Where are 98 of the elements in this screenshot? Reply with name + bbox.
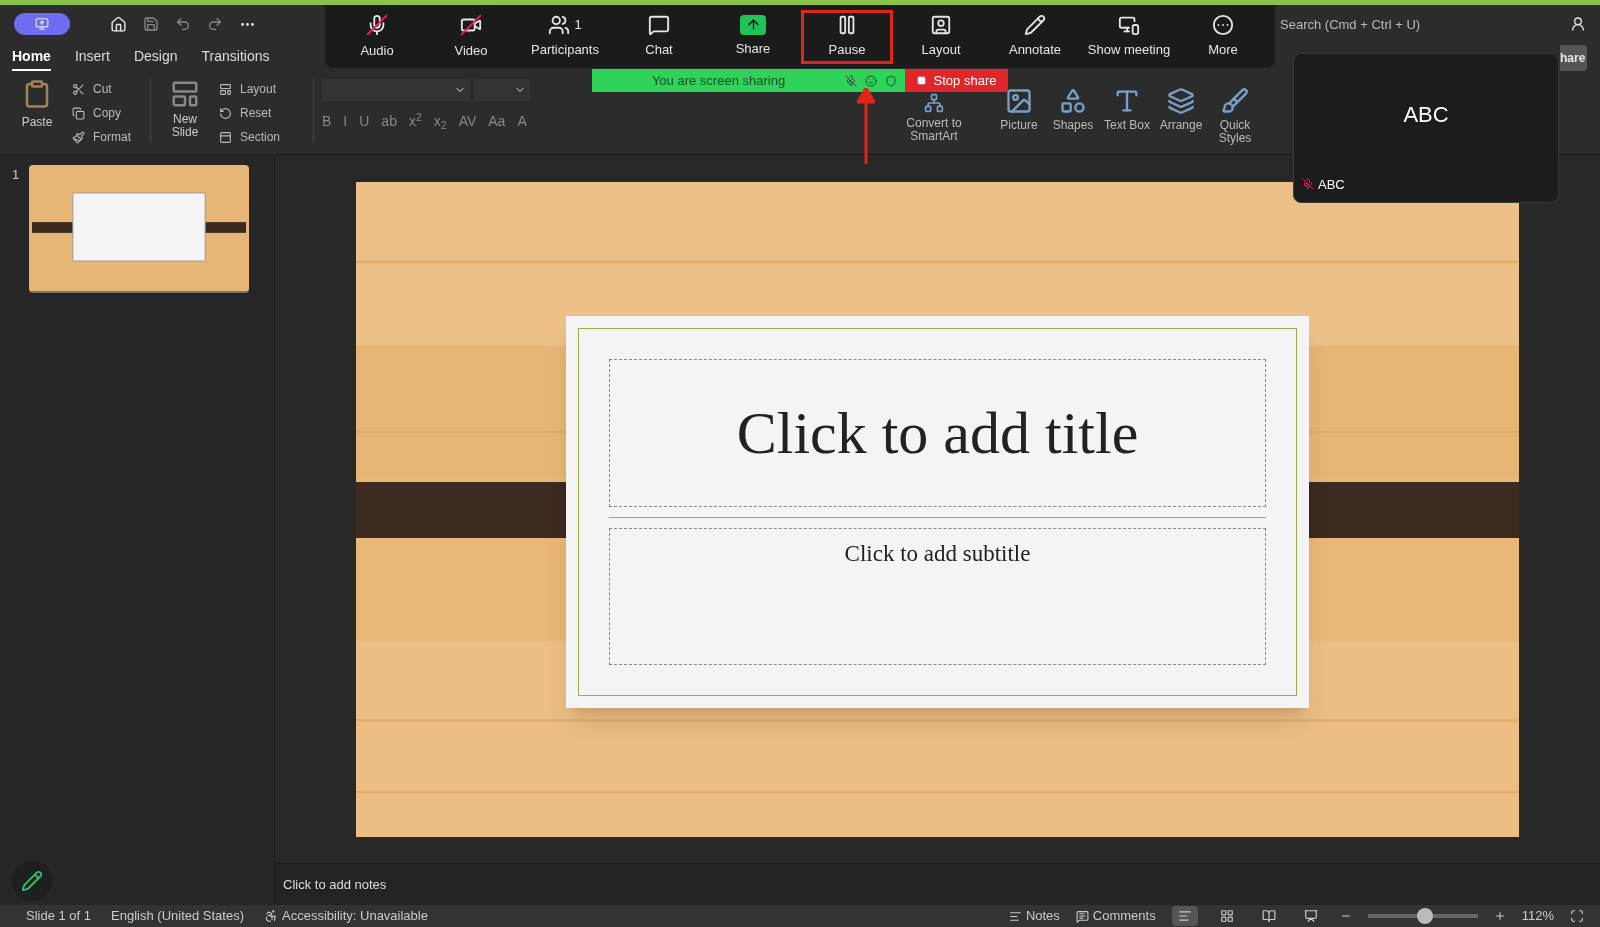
participant-count: 1	[574, 16, 582, 34]
shapes-icon	[1059, 87, 1087, 115]
paste-button[interactable]: Paste	[14, 79, 60, 131]
image-icon	[1005, 87, 1033, 115]
meeting-button[interactable]: Pause	[801, 9, 893, 64]
text-style-button[interactable]: x$^{2}$	[408, 111, 422, 132]
ribbon-tab[interactable]: Transitions	[201, 45, 270, 71]
grid-icon	[1219, 909, 1234, 923]
layout-icon	[170, 79, 200, 109]
undo-icon[interactable]	[175, 16, 191, 32]
meeting-button[interactable]: Chat	[613, 9, 705, 64]
meeting-button[interactable]: Audio	[331, 9, 423, 64]
meeting-button[interactable]: Show meeting	[1083, 9, 1175, 64]
smile-icon[interactable]	[865, 74, 877, 87]
pencil-icon	[1024, 13, 1046, 36]
shield-icon[interactable]	[885, 74, 897, 87]
text-style-button[interactable]: A	[517, 111, 527, 132]
text-style-button[interactable]: x$_{2}$	[433, 111, 447, 132]
scissors-icon	[72, 82, 85, 96]
stop-icon	[916, 76, 926, 85]
comments-button[interactable]: Comments	[1075, 906, 1156, 926]
slide-thumbnail[interactable]	[29, 165, 250, 293]
participant-name: ABC	[1403, 100, 1449, 129]
text-style-button[interactable]: ab	[381, 111, 397, 132]
edit-button[interactable]	[12, 861, 52, 901]
redo-icon[interactable]	[207, 16, 223, 32]
meeting-button[interactable]: More	[1177, 9, 1269, 64]
slide-option-button[interactable]: Reset	[219, 103, 305, 123]
meeting-button[interactable]: Share	[707, 9, 799, 64]
stop-share-button[interactable]: Stop share	[905, 69, 1008, 92]
section-icon	[219, 130, 232, 144]
ribbon-button[interactable]: Shapes	[1046, 87, 1100, 132]
ribbon-button[interactable]: Arrange	[1154, 87, 1208, 132]
search-field[interactable]: Search (Cmd + Ctrl + U)	[1280, 12, 1550, 36]
book-icon	[1261, 909, 1276, 923]
clipboard-button[interactable]: Format	[72, 127, 142, 147]
notes-button[interactable]: Notes	[1008, 906, 1060, 926]
ribbon-button[interactable]: Text Box	[1100, 87, 1154, 132]
mic-off-icon[interactable]	[845, 74, 857, 87]
layout-icon	[219, 82, 232, 96]
sharing-status: You are screen sharing	[650, 71, 787, 90]
clipboard-button[interactable]: Copy	[72, 103, 142, 123]
zoom-thumb[interactable]	[1416, 908, 1433, 924]
ribbon-tab[interactable]: Design	[133, 45, 178, 71]
view-button[interactable]	[1171, 906, 1198, 926]
fit-icon[interactable]	[1570, 909, 1584, 923]
paintbrush-icon	[72, 130, 85, 144]
participant-label: ABC	[1318, 175, 1345, 194]
text-style-button[interactable]: AV	[458, 111, 477, 132]
slide-option-button[interactable]: Layout	[219, 79, 305, 99]
account-icon[interactable]	[1570, 16, 1586, 32]
screen-icon	[35, 17, 49, 31]
notes-field[interactable]: Click to add notes	[275, 863, 1600, 905]
normal-view-icon	[1177, 909, 1192, 923]
meeting-button[interactable]: Layout	[895, 9, 987, 64]
diagram-icon	[924, 93, 944, 113]
slide-count: Slide 1 of 1	[26, 907, 92, 926]
chat-icon	[648, 13, 670, 36]
presentation-icon	[1303, 909, 1318, 923]
layers-icon	[1167, 87, 1195, 115]
copy-icon	[72, 106, 85, 120]
lines-icon	[1008, 909, 1022, 923]
home-icon[interactable]	[110, 15, 127, 33]
ribbon-tab[interactable]: Home	[12, 45, 51, 71]
person-frame-icon	[930, 13, 952, 36]
text-style-button[interactable]: I	[343, 111, 348, 132]
font-field[interactable]	[322, 79, 470, 101]
new-slide-button[interactable]: New Slide	[159, 79, 211, 139]
brush-icon	[1221, 87, 1249, 115]
app-icon[interactable]	[14, 13, 70, 35]
share-icon	[740, 14, 766, 35]
slide-option-button[interactable]: Section	[219, 127, 305, 147]
people-icon	[548, 13, 571, 36]
meeting-button[interactable]: Annotate	[989, 9, 1081, 64]
more-icon	[1212, 13, 1234, 36]
pencil-icon	[21, 870, 43, 892]
title-placeholder[interactable]: Click to add title	[609, 358, 1266, 507]
comment-icon	[1075, 909, 1089, 923]
slide-number: 1	[12, 166, 20, 184]
meeting-button[interactable]: Video	[425, 9, 517, 64]
language-label[interactable]: English (United States)	[111, 906, 244, 926]
ribbon-tab[interactable]: Insert	[74, 45, 110, 71]
person-icon	[264, 909, 278, 923]
reset-icon	[219, 106, 232, 120]
accessibility-button[interactable]: Accessibility: Unavailable	[264, 906, 428, 926]
font-size-field[interactable]	[474, 79, 530, 101]
zoom-reading: 112%	[1521, 907, 1554, 926]
subtitle-placeholder[interactable]: Click to add subtitle	[609, 527, 1266, 665]
text-style-button[interactable]: Aa	[488, 111, 506, 132]
clipboard-button[interactable]: Cut	[72, 79, 142, 99]
text-style-button[interactable]: U	[359, 111, 370, 132]
cropped-button[interactable]: hare	[1560, 45, 1588, 71]
ribbon-button[interactable]: Quick Styles	[1208, 87, 1262, 145]
text-style-button[interactable]: B	[322, 111, 332, 132]
meeting-button[interactable]: 1 Participants	[519, 9, 611, 64]
zoom-in-icon[interactable]	[1493, 910, 1506, 922]
save-icon[interactable]	[143, 16, 159, 32]
ribbon-button[interactable]: Convert to SmartArt	[892, 93, 976, 143]
